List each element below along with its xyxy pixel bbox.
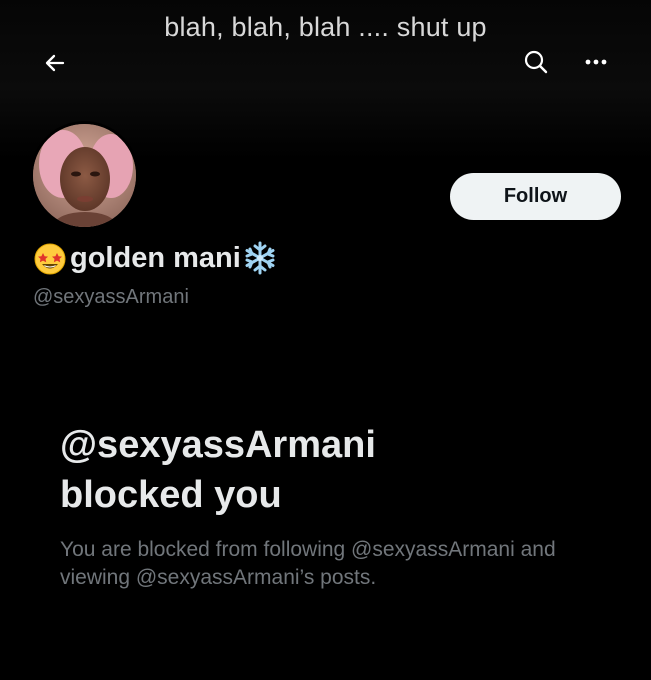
- back-arrow-icon: [45, 54, 65, 72]
- search-button[interactable]: [516, 42, 556, 82]
- blocked-heading: @sexyassArmani blocked you: [60, 420, 620, 520]
- search-icon: [524, 50, 548, 74]
- more-options-button[interactable]: [576, 42, 616, 82]
- overlay-caption: blah, blah, blah .... shut up: [164, 12, 487, 42]
- back-button[interactable]: [36, 44, 74, 82]
- blocked-message: You are blocked from following @sexyassA…: [60, 538, 556, 589]
- more-dots-icon: [585, 59, 607, 65]
- blocked-heading-line2: blocked you: [60, 474, 282, 516]
- follow-button[interactable]: Follow: [450, 173, 621, 220]
- display-name: golden mani: [32, 240, 278, 276]
- profile-avatar[interactable]: [30, 121, 139, 230]
- star-struck-emoji-icon: [34, 243, 66, 275]
- profile-handle: @sexyassArmani: [33, 286, 189, 308]
- snowflake-emoji-icon: [245, 241, 275, 275]
- display-name-text: golden mani: [70, 241, 241, 274]
- avatar-photo: [33, 124, 136, 227]
- blocked-heading-line1: @sexyassArmani: [60, 424, 376, 466]
